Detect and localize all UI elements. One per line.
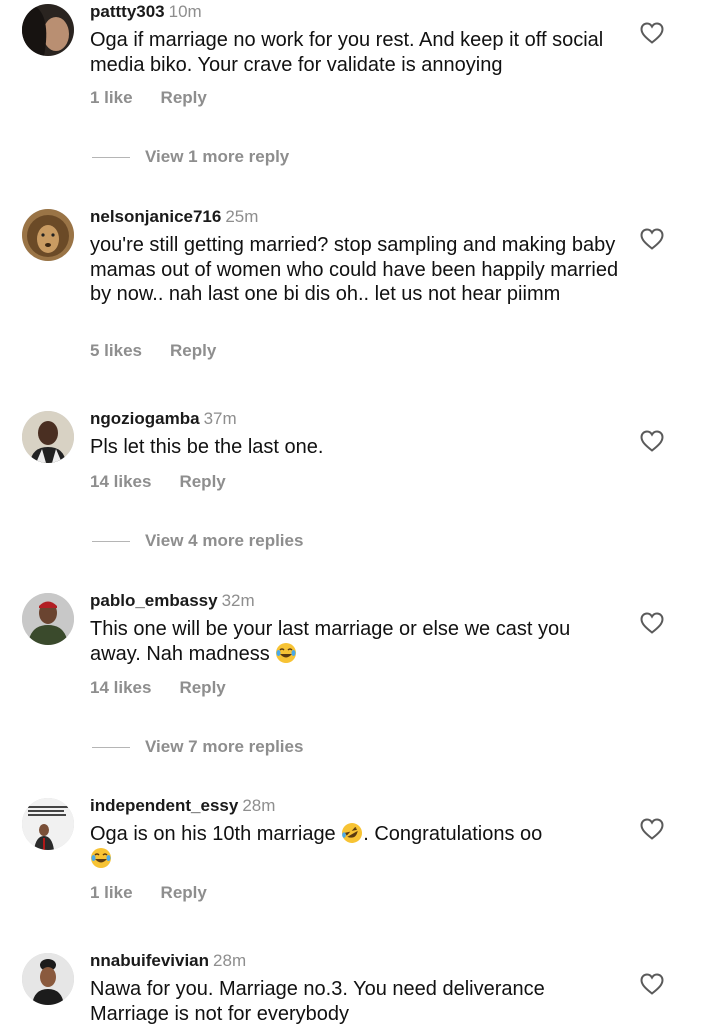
like-count[interactable]: 14 likes [90, 472, 151, 491]
heart-icon[interactable] [640, 430, 664, 452]
comment-actions: 1 like Reply [90, 88, 207, 108]
timestamp: 25m [225, 207, 259, 226]
reply-button[interactable]: Reply [161, 883, 207, 902]
avatar[interactable] [22, 798, 74, 850]
username[interactable]: pablo_embassy [90, 591, 218, 610]
heart-icon[interactable] [640, 228, 664, 250]
timestamp: 37m [203, 409, 237, 428]
reply-button[interactable]: Reply [179, 472, 225, 491]
divider-line [92, 747, 130, 749]
like-count[interactable]: 14 likes [90, 678, 151, 697]
heart-icon[interactable] [640, 612, 664, 634]
reply-button[interactable]: Reply [161, 88, 207, 107]
comment-actions: 1 like Reply [90, 883, 207, 903]
divider-line [92, 157, 130, 159]
view-more-replies[interactable]: View 1 more reply [92, 147, 289, 167]
comment-meta: nnabuifevivian 28m [90, 951, 246, 971]
tears-of-joy-emoji [275, 642, 297, 664]
comment-actions: 14 likes Reply [90, 678, 226, 698]
rolling-laughing-emoji [341, 822, 363, 844]
timestamp: 28m [213, 951, 247, 970]
comment-meta: ngoziogamba 37m [90, 409, 237, 429]
comment-text: This one will be your last marriage or e… [90, 618, 571, 665]
username[interactable]: independent_essy [90, 796, 238, 815]
comment-meta: independent_essy 28m [90, 796, 275, 816]
heart-icon[interactable] [640, 22, 664, 44]
like-count[interactable]: 1 like [90, 88, 133, 107]
comment-text: Nawa for you. Marriage no.3. You need de… [90, 978, 545, 1025]
heart-icon[interactable] [640, 973, 664, 995]
comment-text: Pls let this be the last one. [90, 436, 324, 458]
username[interactable]: nelsonjanice716 [90, 207, 221, 226]
username[interactable]: ngoziogamba [90, 409, 200, 428]
avatar[interactable] [22, 593, 74, 645]
avatar[interactable] [22, 4, 74, 56]
like-count[interactable]: 1 like [90, 883, 133, 902]
view-more-replies[interactable]: View 7 more replies [92, 737, 303, 757]
like-count[interactable]: 5 likes [90, 341, 142, 360]
comment-actions: 14 likes Reply [90, 472, 226, 492]
username[interactable]: nnabuifevivian [90, 951, 209, 970]
divider-line [92, 541, 130, 543]
comment-actions: 5 likes Reply [90, 341, 216, 361]
username[interactable]: pattty303 [90, 2, 165, 21]
avatar[interactable] [22, 953, 74, 1005]
comment-text: Oga if marriage no work for you rest. An… [90, 29, 604, 76]
timestamp: 10m [168, 2, 202, 21]
heart-icon[interactable] [640, 818, 664, 840]
comment-text: Oga is on his 10th marriage . Congratula… [90, 822, 620, 871]
avatar[interactable] [22, 209, 74, 261]
comment-meta: pattty303 10m [90, 2, 202, 22]
view-more-replies[interactable]: View 4 more replies [92, 531, 303, 551]
timestamp: 28m [242, 796, 276, 815]
comment-meta: pablo_embassy 32m [90, 591, 255, 611]
comment-text: you're still getting married? stop sampl… [90, 234, 619, 305]
comment-meta: nelsonjanice716 25m [90, 207, 258, 227]
avatar[interactable] [22, 411, 74, 463]
reply-button[interactable]: Reply [170, 341, 216, 360]
reply-button[interactable]: Reply [179, 678, 225, 697]
tears-of-joy-emoji [90, 847, 112, 869]
timestamp: 32m [221, 591, 255, 610]
